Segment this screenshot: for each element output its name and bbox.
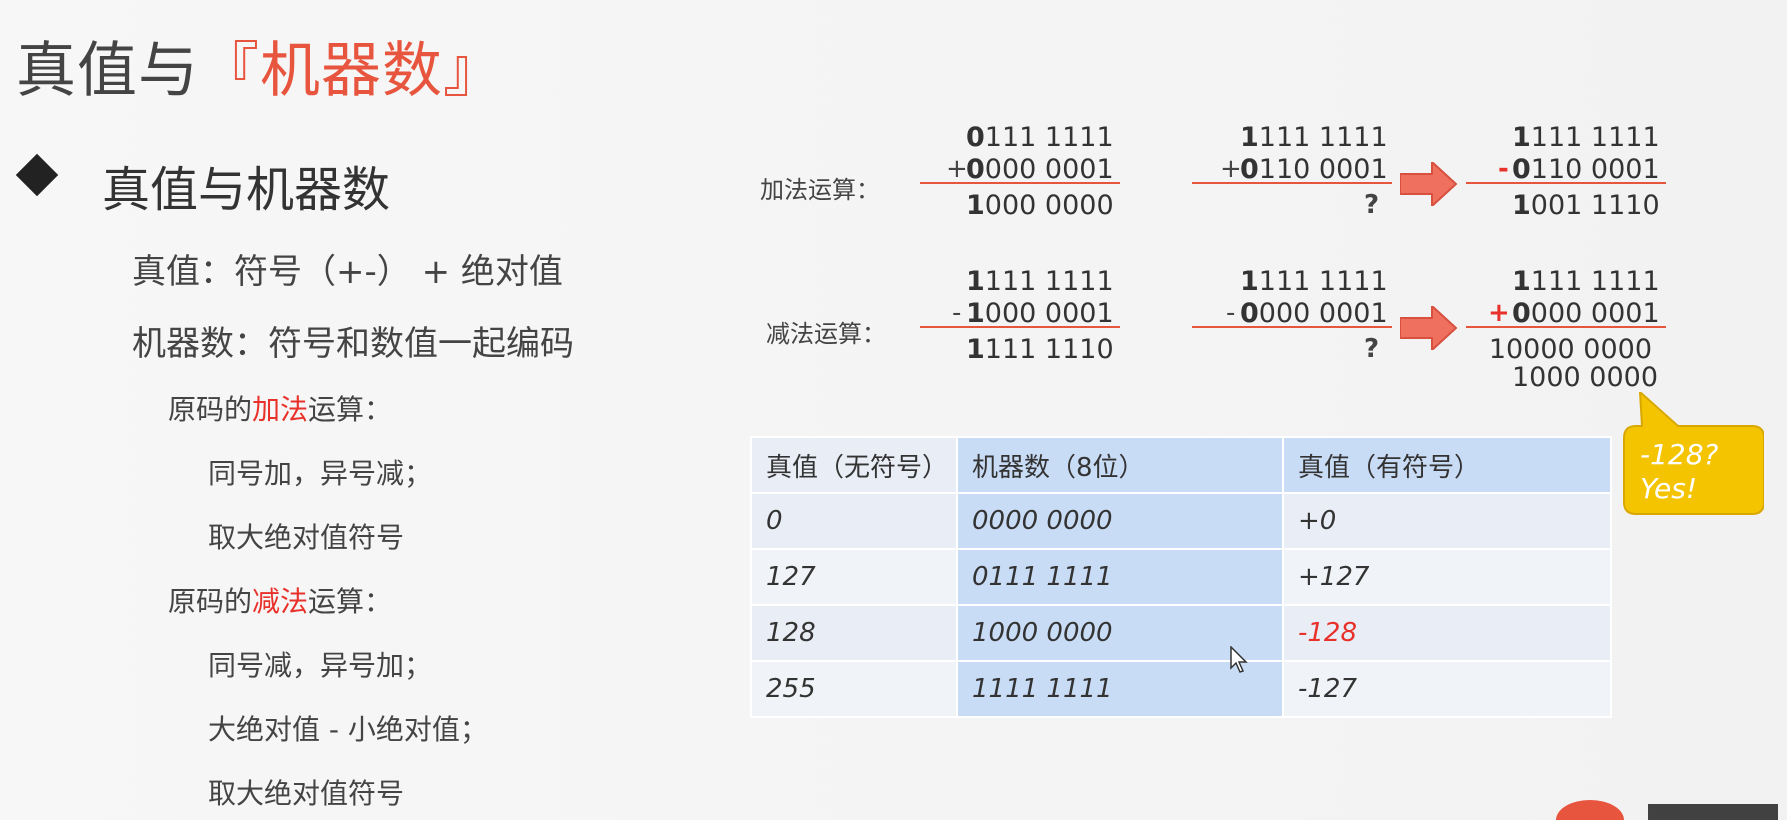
table-cell: 0000 0000 — [956, 492, 1284, 550]
table-cell: -128 — [1282, 604, 1612, 662]
sub1-underline — [920, 326, 1120, 328]
table-header-cell: 真值（无符号） — [750, 436, 958, 494]
subtraction-intro-suffix: 运算： — [308, 585, 393, 618]
addition-intro-prefix: 原码的 — [168, 393, 253, 426]
section-heading: 真值与机器数 — [102, 162, 391, 218]
add3-result: 1001 1110 — [1512, 190, 1660, 221]
sub2-operand-a: 1111 1111 — [1240, 266, 1388, 297]
sub3-sign: + — [1488, 298, 1510, 328]
table-cell: 0 — [750, 492, 958, 550]
table-cell: 128 — [750, 604, 958, 662]
sub1-sign: - — [952, 298, 962, 328]
add2-underline — [1192, 182, 1392, 184]
table-row: 0 0000 0000 +0 — [750, 492, 1612, 550]
table-row: 128 1000 0000 -128 — [750, 604, 1612, 662]
table-cell: 0111 1111 — [956, 548, 1284, 606]
callout-text: -128? Yes! — [1640, 438, 1719, 505]
mouse-cursor-icon — [1230, 646, 1248, 673]
callout-bubble: -128? Yes! — [1622, 392, 1764, 515]
table-row: 127 0111 1111 +127 — [750, 548, 1612, 606]
table-header-row: 真值（无符号） 机器数（8位） 真值（有符号） — [750, 436, 1612, 494]
subtraction-intro: 原码的减法运算： — [168, 580, 392, 620]
addition-intro: 原码的加法运算： — [168, 388, 392, 428]
add2-operand-a: 1111 1111 — [1240, 122, 1388, 153]
subtraction-intro-prefix: 原码的 — [168, 585, 253, 618]
machine-number-definition: 机器数：符号和数值一起编码 — [132, 324, 574, 364]
subtraction-rule-1: 同号减，异号加； — [208, 649, 433, 682]
subtraction-operation-label: 减法运算： — [766, 320, 886, 348]
add1-sign: + — [946, 154, 968, 184]
table-cell: -127 — [1282, 660, 1612, 718]
page-title: 真值与『机器数』 — [16, 22, 504, 109]
title-accent: 『机器数』 — [199, 36, 504, 106]
table-cell: 255 — [750, 660, 958, 718]
add3-sign: - — [1498, 154, 1509, 184]
table-header-cell: 机器数（8位） — [956, 436, 1284, 494]
add3-operand-b: 0110 0001 — [1512, 154, 1660, 185]
addition-keyword: 加法 — [252, 393, 309, 426]
sub2-sign: - — [1226, 298, 1236, 328]
sub2-operand-b: 0000 0001 — [1240, 298, 1388, 329]
title-plain: 真值与 — [16, 36, 199, 106]
add1-result: 1000 0000 — [966, 190, 1114, 221]
sub3-result-overflow: 10000 0000 — [1488, 334, 1652, 365]
add1-operand-a: 0111 1111 — [966, 122, 1114, 153]
sub1-operand-b: 1000 0001 — [966, 298, 1114, 329]
arrow-right-icon — [1400, 162, 1458, 206]
table-cell: +127 — [1282, 548, 1612, 606]
true-value-definition: 真值：符号（+-） + 绝对值 — [132, 252, 563, 292]
add3-underline — [1466, 182, 1666, 184]
sub1-result: 1111 1110 — [966, 334, 1114, 365]
addition-rule-1: 同号加，异号减； — [208, 457, 433, 490]
sub3-operand-b: 0000 0001 — [1512, 298, 1660, 329]
value-table: 真值（无符号） 机器数（8位） 真值（有符号） 0 0000 0000 +0 1… — [750, 436, 1612, 718]
table-cell: +0 — [1282, 492, 1612, 550]
brand-logo — [1556, 800, 1778, 820]
add3-operand-a: 1111 1111 — [1512, 122, 1660, 153]
sub2-underline — [1192, 326, 1392, 328]
arrow-right-icon — [1400, 306, 1458, 350]
table-row: 255 1111 1111 -127 — [750, 660, 1612, 718]
addition-intro-suffix: 运算： — [308, 393, 393, 426]
sub3-operand-a: 1111 1111 — [1512, 266, 1660, 297]
sub2-result: ? — [1364, 334, 1380, 364]
subtraction-rule-2: 大绝对值 - 小绝对值； — [208, 713, 488, 746]
addition-operation-label: 加法运算： — [760, 176, 880, 204]
sub1-operand-a: 1111 1111 — [966, 266, 1114, 297]
add1-operand-b: 0000 0001 — [966, 154, 1114, 185]
table-cell: 127 — [750, 548, 958, 606]
subtraction-rule-3: 取大绝对值符号 — [208, 777, 405, 810]
addition-rule-2: 取大绝对值符号 — [208, 521, 405, 554]
add2-operand-b: 0110 0001 — [1240, 154, 1388, 185]
subtraction-keyword: 减法 — [252, 585, 309, 618]
sub3-result: 1000 0000 — [1512, 362, 1659, 393]
add1-underline — [920, 182, 1120, 184]
add2-sign: + — [1220, 154, 1242, 184]
table-header-cell: 真值（有符号） — [1282, 436, 1612, 494]
sub3-underline — [1466, 326, 1666, 328]
add2-result: ? — [1364, 190, 1380, 220]
